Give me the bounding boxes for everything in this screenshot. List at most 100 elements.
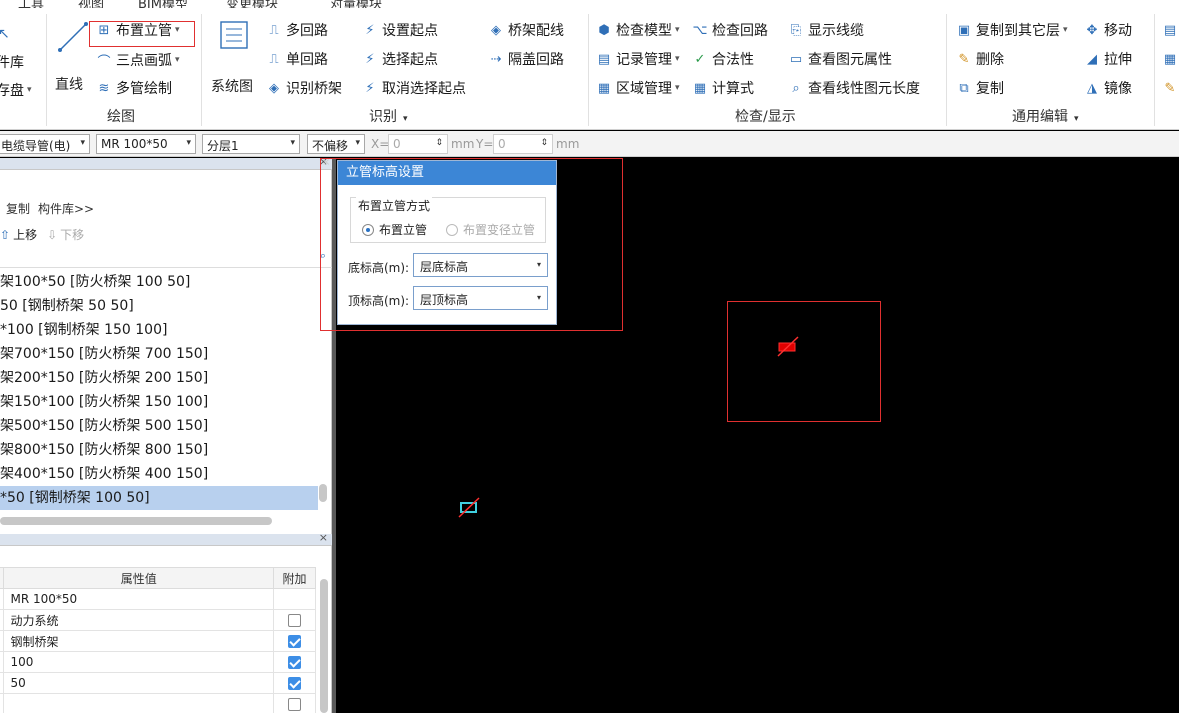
extra-checkbox[interactable]: [288, 656, 302, 669]
edit-group-label[interactable]: 通用编辑 ▾: [1012, 106, 1079, 126]
list-item[interactable]: 架800*150 [防火桥架 800 150]: [0, 438, 318, 462]
list-item[interactable]: 架700*150 [防火桥架 700 150]: [0, 342, 318, 366]
legality-button[interactable]: ✓ 合法性: [692, 47, 754, 71]
single-circuit-icon: ⎍: [269, 51, 279, 67]
prop-value[interactable]: MR 100*50: [3, 588, 275, 610]
three-point-arc-button[interactable]: ⌒ 三点画弧 ▾: [96, 48, 179, 72]
prop-value[interactable]: [3, 693, 275, 713]
list-item-selected[interactable]: *50 [钢制桥架 100 50]: [0, 486, 318, 510]
overflow-icon-1[interactable]: ▤: [1162, 18, 1179, 42]
prop-value[interactable]: 钢制桥架: [3, 630, 275, 652]
line-tool[interactable]: 直线: [52, 16, 92, 96]
radio-selected-icon: [362, 223, 374, 236]
close-icon[interactable]: ×: [319, 531, 328, 544]
prop-value[interactable]: 100: [3, 651, 275, 673]
close-icon[interactable]: ×: [322, 157, 330, 168]
prop-value[interactable]: 50: [3, 672, 275, 694]
select-start-button[interactable]: ⚡ 选择起点: [362, 47, 438, 71]
identify-tray-button[interactable]: ◈ 识别桥架: [266, 76, 342, 100]
list-item[interactable]: 架150*100 [防火桥架 150 100]: [0, 390, 318, 414]
top-elevation-select[interactable]: 层顶标高 ▾: [413, 286, 548, 310]
check-circuit-button[interactable]: ⌥ 检查回路: [692, 18, 769, 42]
multi-pipe-icon: ≋: [98, 80, 110, 96]
radio-icon: [446, 223, 458, 236]
check-model-button[interactable]: ⬢ 检查模型 ▾: [596, 18, 679, 42]
list-hscroll[interactable]: [0, 517, 272, 525]
area-mgmt-button[interactable]: ▦ 区域管理 ▾: [596, 76, 680, 100]
calc-formula-button[interactable]: ▦ 计算式: [692, 76, 754, 100]
record-mgmt-button[interactable]: ▤ 记录管理 ▾: [596, 47, 680, 71]
riser-red-symbol[interactable]: [776, 335, 800, 359]
panel-header: ×: [0, 155, 332, 170]
ribbon-partial-library[interactable]: 件库: [0, 50, 24, 74]
list-item[interactable]: 架100*50 [防火桥架 100 50]: [0, 270, 318, 294]
show-cable-button[interactable]: ⎘ 显示线缆: [788, 18, 864, 42]
arrow-down-icon: ⇩: [47, 227, 58, 242]
list-item[interactable]: 50 [钢制桥架 50 50]: [0, 294, 318, 318]
copy-to-layer-button[interactable]: ▣ 复制到其它层 ▾: [956, 18, 1068, 42]
offset-combo[interactable]: 不偏移 ▾: [307, 134, 365, 154]
extra-checkbox[interactable]: [288, 614, 302, 627]
copy-button[interactable]: ⧉ 复制: [956, 76, 1004, 100]
list-item[interactable]: 架400*150 [防火桥架 400 150]: [0, 462, 318, 486]
system-diagram-tool[interactable]: 系统图: [208, 16, 260, 96]
move-down-button[interactable]: ⇩ 下移: [47, 226, 84, 243]
line-icon: [58, 22, 88, 52]
menu-tools[interactable]: 工具: [18, 0, 44, 8]
list-item[interactable]: 架200*150 [防火桥架 200 150]: [0, 366, 318, 390]
highlight-place-riser: [89, 21, 195, 47]
overflow-icon-2[interactable]: ▦: [1162, 47, 1179, 71]
prop-value[interactable]: 动力系统: [3, 609, 275, 631]
property-vscroll[interactable]: [320, 579, 328, 713]
component-search-input[interactable]: ⌕: [0, 248, 332, 268]
ribbon-partial-save[interactable]: 存盘 ▾: [0, 78, 32, 102]
component-library-button[interactable]: 构件库>>: [38, 200, 94, 217]
menu-bim[interactable]: BIM模型: [138, 0, 188, 8]
delete-button[interactable]: ✎ 删除: [956, 47, 1004, 71]
move-up-button[interactable]: ⇧ 上移: [0, 226, 37, 243]
table-row: 50: [0, 672, 316, 694]
area-icon: ▦: [597, 80, 611, 96]
view-props-button[interactable]: ▭ 查看图元属性: [788, 47, 892, 71]
set-start-button[interactable]: ⚡ 设置起点: [362, 18, 438, 42]
tray-wiring-button[interactable]: ◈ 桥架配线: [488, 18, 564, 42]
multi-circuit-icon: ⎍: [269, 22, 279, 38]
cover-circuit-button[interactable]: ⇢ 隔盖回路: [488, 47, 564, 71]
menu-change[interactable]: 变更模块: [226, 0, 278, 8]
table-row: 100: [0, 651, 316, 673]
y-input[interactable]: 0 ⇕: [493, 134, 553, 154]
menu-view[interactable]: 视图: [78, 0, 104, 8]
stretch-button[interactable]: ◢ 拉伸: [1084, 47, 1132, 71]
extra-checkbox[interactable]: [288, 677, 302, 690]
cancel-select-start-button[interactable]: ⚡ 取消选择起点: [362, 76, 466, 100]
x-input[interactable]: 0 ⇕: [388, 134, 448, 154]
list-vscroll[interactable]: [319, 484, 327, 502]
radio-place-riser[interactable]: 布置立管: [362, 221, 427, 238]
move-button[interactable]: ✥ 移动: [1084, 18, 1132, 42]
riser-cyan-symbol[interactable]: [456, 496, 482, 520]
menu-quantity[interactable]: 对量模块: [330, 0, 382, 8]
extra-checkbox[interactable]: [288, 698, 302, 711]
spec-combo[interactable]: MR 100*50 ▾: [96, 134, 196, 154]
extra-checkbox[interactable]: [288, 635, 302, 648]
ribbon-partial-arrow[interactable]: ↖: [0, 22, 10, 46]
type-combo[interactable]: 电缆导管(电) ▾: [0, 134, 90, 154]
property-toolbar: 电缆导管(电) ▾ MR 100*50 ▾ 分层1 ▾ 不偏移 ▾ X= 0 ⇕ mm Y…: [0, 131, 1179, 157]
list-item[interactable]: *100 [钢制桥架 150 100]: [0, 318, 318, 342]
multi-circuit-button[interactable]: ⎍ 多回路: [266, 18, 328, 42]
bottom-elevation-label: 底标高(m):: [348, 261, 410, 275]
list-item[interactable]: 架500*150 [防火桥架 500 150]: [0, 414, 318, 438]
overflow-icon-3[interactable]: ✎: [1162, 76, 1179, 100]
layer-combo[interactable]: 分层1 ▾: [202, 134, 300, 154]
copy-component-button[interactable]: 复制: [6, 200, 30, 217]
props-icon: ▭: [789, 51, 803, 67]
stretch-icon: ◢: [1087, 51, 1097, 67]
radio-place-reducer-riser[interactable]: 布置变径立管: [446, 221, 535, 238]
identify-group-label[interactable]: 识别 ▾: [369, 106, 408, 126]
mirror-button[interactable]: ◮ 镜像: [1084, 76, 1132, 100]
view-length-button[interactable]: ⌕ 查看线性图元长度: [788, 76, 920, 100]
mirror-icon: ◮: [1087, 80, 1097, 96]
bottom-elevation-select[interactable]: 层底标高 ▾: [413, 253, 548, 277]
multi-pipe-button[interactable]: ≋ 多管绘制: [96, 76, 172, 100]
single-circuit-button[interactable]: ⎍ 单回路: [266, 47, 328, 71]
